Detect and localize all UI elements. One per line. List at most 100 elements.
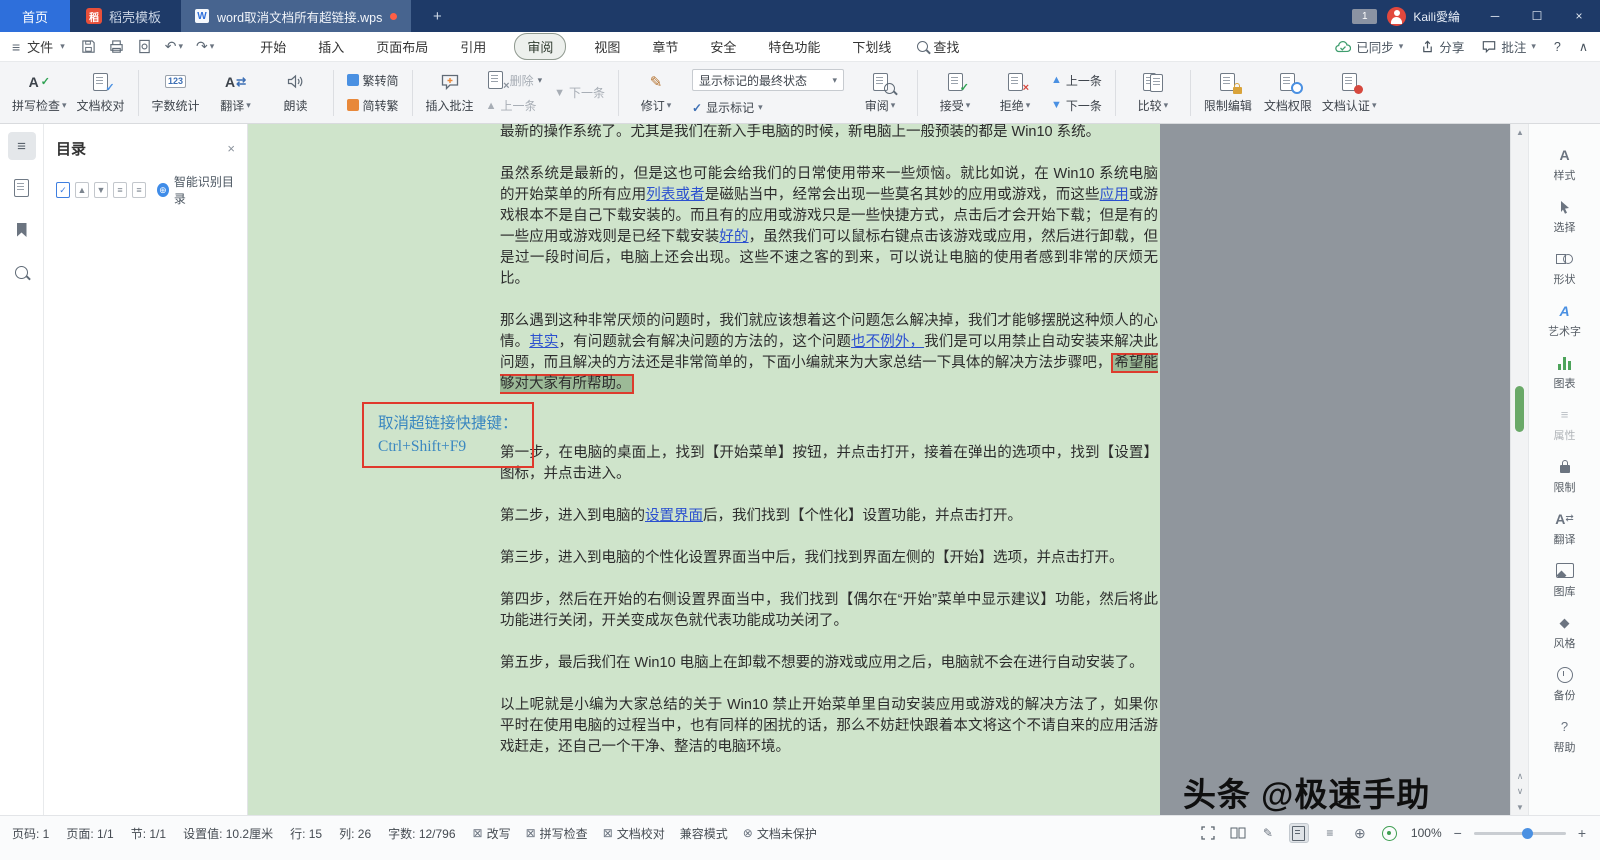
tab-view[interactable]: 视图	[590, 34, 624, 59]
smart-toc-toggle[interactable]: ⊕ 智能识别目录	[157, 173, 235, 207]
markup-state-select[interactable]: 显示标记的最终状态 ▾	[692, 69, 845, 91]
hyperlink[interactable]: 其实	[529, 334, 558, 350]
review-button[interactable]: 审阅 ▾	[850, 72, 910, 114]
toc-settings-button[interactable]: ≡	[132, 182, 146, 198]
spellcheck-button[interactable]: A ✓ 拼写检查 ▾	[8, 72, 71, 114]
collapse-ribbon-button[interactable]: ∧	[1579, 39, 1588, 54]
hyperlink[interactable]: 设置界面	[645, 508, 703, 524]
user-avatar[interactable]	[1387, 6, 1407, 26]
hyperlink[interactable]: 好的	[719, 229, 748, 245]
panel-shapes-button[interactable]: 形状	[1554, 250, 1576, 302]
trad-to-simp-button[interactable]: 繁转简	[346, 72, 399, 89]
panel-wordart-button[interactable]: A 艺术字	[1548, 302, 1581, 354]
tab-insert[interactable]: 插入	[314, 34, 348, 59]
tab-underline[interactable]: 下划线	[848, 34, 895, 59]
word-count-button[interactable]: 123 字数统计	[146, 72, 206, 114]
zoom-slider[interactable]	[1473, 827, 1566, 839]
two-page-view-button[interactable]	[1229, 824, 1247, 842]
zoom-out-button[interactable]: −	[1454, 825, 1462, 841]
prev-change-button[interactable]: ▲ 上一条	[1051, 72, 1102, 89]
translate-button[interactable]: A ⇄ 翻译 ▾	[206, 72, 266, 114]
sync-status-button[interactable]: 已同步 ▾	[1335, 37, 1403, 56]
hyperlink[interactable]: 也不例外，	[851, 334, 924, 350]
tab-security[interactable]: 安全	[706, 34, 740, 59]
reject-button[interactable]: × 拒绝 ▾	[985, 72, 1045, 114]
minimize-button[interactable]: ─	[1474, 0, 1516, 32]
toc-panel-button[interactable]: ≡	[7, 132, 36, 160]
panel-restrict-button[interactable]: 限制	[1554, 458, 1576, 510]
scroll-down-button[interactable]: ▼	[1511, 799, 1529, 815]
comment-menu-button[interactable]: 批注 ▾	[1482, 37, 1536, 56]
next-page-button[interactable]: ∨	[1511, 784, 1529, 799]
compat-mode-indicator[interactable]: 兼容模式	[680, 825, 728, 842]
ink-button[interactable]: ✎	[1259, 824, 1277, 842]
doc-auth-button[interactable]: 文档认证 ▾	[1318, 72, 1381, 114]
fullscreen-button[interactable]	[1199, 824, 1217, 842]
redo-button[interactable]: ↷ ▾	[196, 38, 214, 55]
hyperlink[interactable]: 列表或者	[646, 187, 705, 203]
next-change-button[interactable]: ▼ 下一条	[1051, 97, 1102, 114]
panel-chart-button[interactable]: 图表	[1554, 354, 1576, 406]
vertical-scrollbar[interactable]: ▲ ∧ ∨ ▼	[1510, 124, 1528, 815]
panel-select-button[interactable]: 选择	[1554, 198, 1576, 250]
tab-section[interactable]: 章节	[648, 34, 682, 59]
show-markup-button[interactable]: ✓ 显示标记 ▾	[692, 99, 844, 116]
tab-references[interactable]: 引用	[456, 34, 490, 59]
panel-backup-button[interactable]: 备份	[1554, 666, 1576, 718]
doc-permission-button[interactable]: 文档权限	[1258, 72, 1318, 114]
tab-special-features[interactable]: 特色功能	[764, 34, 824, 59]
pages-panel-button[interactable]	[8, 174, 36, 202]
maximize-button[interactable]: ☐	[1516, 0, 1558, 32]
prev-page-button[interactable]: ∧	[1511, 769, 1529, 784]
outline-view-button[interactable]: ≡	[1321, 824, 1339, 842]
home-tab[interactable]: 首页	[0, 0, 71, 32]
prev-comment-button[interactable]: ▲ 上一条	[486, 97, 543, 114]
document-text-area[interactable]: 最新的操作系统了。尤其是我们在新入手电脑的时候，新电脑上一般预装的都是 Win1…	[500, 124, 1159, 779]
zoom-value[interactable]: 100%	[1411, 826, 1442, 840]
spellcheck-toggle[interactable]: ⊠ 拼写检查	[526, 825, 588, 842]
undo-button[interactable]: ↶ ▾	[165, 38, 183, 55]
proofread-button[interactable]: ✓ 文档校对	[71, 72, 131, 114]
track-changes-button[interactable]: ✎ 修订 ▾	[626, 72, 686, 114]
scroll-up-button[interactable]: ▲	[1511, 124, 1529, 140]
panel-gallery-button[interactable]: 图库	[1554, 562, 1576, 614]
simp-to-trad-button[interactable]: 简转繁	[346, 97, 399, 114]
web-view-button[interactable]: ⊕	[1351, 824, 1369, 842]
insert-comment-button[interactable]: 插入批注	[420, 72, 480, 114]
next-comment-button[interactable]: ▼ 下一条	[554, 84, 605, 101]
toc-expand-button[interactable]: ▲	[75, 182, 89, 198]
save-button[interactable]	[81, 39, 96, 54]
delete-comment-button[interactable]: × 删除 ▾	[486, 71, 542, 92]
panel-style-button[interactable]: A 样式	[1554, 146, 1576, 198]
protection-status[interactable]: ⊗ 文档未保护	[743, 825, 817, 842]
panel-theme-button[interactable]: ◆ 风格	[1554, 614, 1576, 666]
search-panel-button[interactable]	[8, 258, 36, 286]
compare-button[interactable]: 比较 ▾	[1123, 72, 1183, 114]
accept-button[interactable]: ✓ 接受 ▾	[925, 72, 985, 114]
find-button[interactable]: 查找	[917, 37, 959, 56]
document-page[interactable]: 最新的操作系统了。尤其是我们在新入手电脑的时候，新电脑上一般预装的都是 Win1…	[248, 124, 1160, 815]
scrollbar-thumb[interactable]	[1515, 386, 1524, 432]
help-button[interactable]: ?	[1554, 40, 1561, 54]
tab-page-layout[interactable]: 页面布局	[372, 34, 432, 59]
overwrite-toggle[interactable]: ⊠ 改写	[473, 825, 511, 842]
panel-properties-button[interactable]: ≡ 属性	[1554, 406, 1576, 458]
toc-collapse-button[interactable]: ▼	[94, 182, 108, 198]
new-tab-button[interactable]: +	[425, 8, 449, 25]
page-view-button[interactable]	[1288, 823, 1309, 843]
bookmark-panel-button[interactable]	[8, 216, 36, 244]
docer-template-tab[interactable]: 稻 稻壳模板	[70, 0, 177, 32]
close-button[interactable]: ×	[1558, 0, 1600, 32]
annotation-textbox[interactable]: 取消超链接快捷键： Ctrl+Shift+F9	[362, 402, 534, 468]
print-preview-button[interactable]	[137, 39, 152, 54]
panel-help-button[interactable]: ? 帮助	[1554, 718, 1576, 770]
print-button[interactable]	[109, 39, 124, 54]
close-icon[interactable]: ×	[227, 141, 235, 156]
tab-home[interactable]: 开始	[256, 34, 290, 59]
file-menu[interactable]: ≡ 文件 ▾	[12, 37, 65, 56]
restrict-edit-button[interactable]: 限制编辑	[1198, 72, 1258, 114]
zoom-slider-thumb[interactable]	[1521, 827, 1533, 839]
proofread-toggle[interactable]: ⊠ 文档校对	[603, 825, 665, 842]
document-tab[interactable]: W word取消文档所有超链接.wps	[181, 0, 412, 32]
share-button[interactable]: 分享	[1421, 37, 1464, 56]
